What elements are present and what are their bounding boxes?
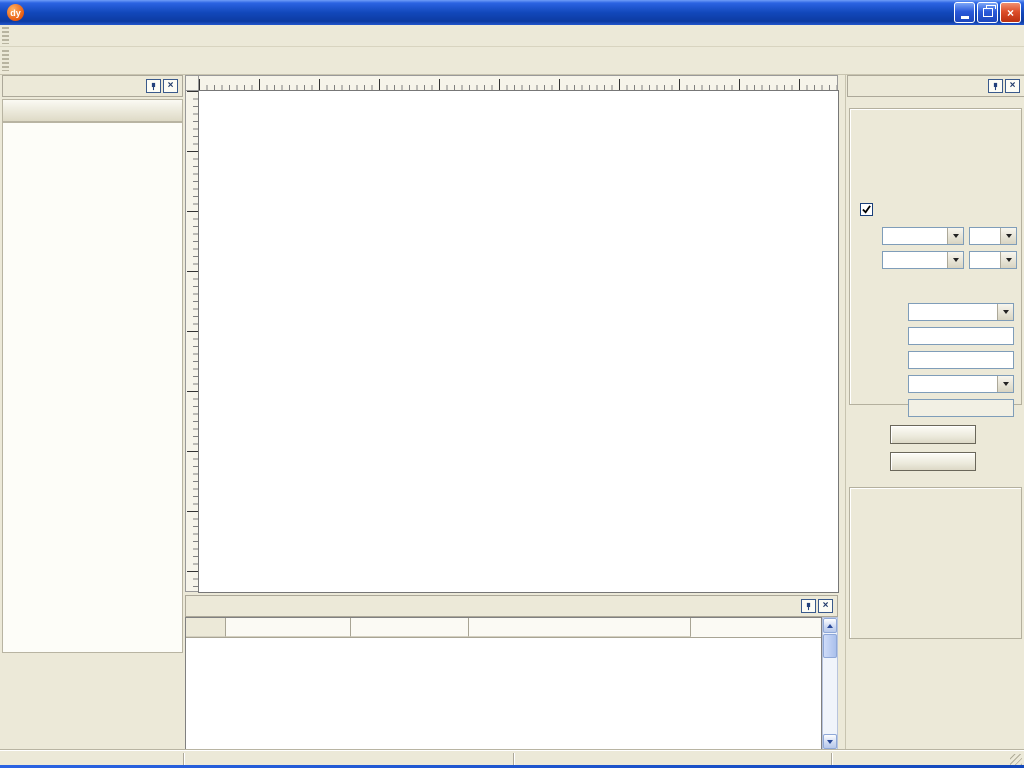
scroll-down-button[interactable] [823, 734, 837, 749]
station-id-input[interactable] [908, 327, 1014, 345]
right-panel-titlebar: × [847, 75, 1024, 97]
start-hour-select[interactable] [969, 227, 1017, 245]
clear-query-button[interactable] [890, 452, 976, 471]
start-time-row [852, 227, 1018, 245]
query-type-select[interactable] [908, 375, 1014, 393]
map-graphics [199, 91, 838, 592]
query-value-input [908, 399, 1014, 417]
show-query-button[interactable] [890, 425, 976, 444]
chevron-down-icon[interactable] [1000, 252, 1016, 268]
menubar-grip[interactable] [2, 27, 9, 44]
toolbar-grip[interactable] [2, 50, 9, 72]
ruler-corner [185, 75, 199, 91]
query-type-row [852, 375, 1018, 393]
scrollbar-thumb[interactable] [823, 634, 837, 658]
column-header[interactable] [351, 618, 469, 637]
column-header[interactable] [186, 618, 226, 637]
column-header[interactable] [226, 618, 351, 637]
menu-bar [0, 25, 1024, 47]
rain-scale-panel: × [845, 75, 1024, 750]
restore-button[interactable] [977, 2, 998, 23]
left-panel-section-header[interactable] [2, 99, 183, 122]
tool-bar [0, 47, 1024, 75]
rainfall-table-panel: × [185, 595, 845, 750]
book-small-icon [7, 103, 25, 119]
pin-button[interactable] [146, 79, 161, 93]
close-icon[interactable]: × [1005, 79, 1020, 93]
basin-select[interactable] [908, 303, 1014, 321]
minimize-icon [961, 16, 969, 19]
left-panel-titlebar: × [2, 75, 183, 97]
basin-row [852, 303, 1018, 321]
title-bar: dy × [0, 0, 1024, 25]
map-canvas[interactable] [199, 91, 838, 592]
station-id-row [852, 327, 1018, 345]
end-time-row [852, 251, 1018, 269]
vertical-ruler [185, 91, 199, 592]
rainfall-table [185, 617, 822, 750]
contour-analysis-group [849, 487, 1022, 639]
tools-area [2, 122, 183, 653]
chevron-down-icon[interactable] [1000, 228, 1016, 244]
start-date-select[interactable] [882, 227, 964, 245]
horizontal-ruler [199, 75, 838, 91]
minimize-button[interactable] [954, 2, 975, 23]
map-workspace: × [185, 75, 845, 750]
station-name-row [852, 351, 1018, 369]
chevron-down-icon[interactable] [997, 376, 1013, 392]
app-logo-icon: dy [7, 4, 24, 21]
pin-button[interactable] [801, 599, 816, 613]
time-range-row [860, 203, 878, 216]
column-header[interactable] [469, 618, 691, 637]
time-range-checkbox[interactable] [860, 203, 873, 216]
restore-icon [983, 8, 993, 17]
end-date-select[interactable] [882, 251, 964, 269]
table-scrollbar[interactable] [822, 617, 838, 750]
warning-analysis-panel: × [0, 75, 185, 750]
station-name-input[interactable] [908, 351, 1014, 369]
chevron-down-icon[interactable] [947, 252, 963, 268]
chevron-down-icon[interactable] [997, 304, 1013, 320]
scroll-up-button[interactable] [823, 618, 837, 633]
table-panel-titlebar: × [185, 595, 838, 617]
close-icon[interactable]: × [818, 599, 833, 613]
query-value-row [852, 399, 1018, 417]
close-icon[interactable]: × [163, 79, 178, 93]
chevron-down-icon[interactable] [947, 228, 963, 244]
table-header-row [186, 618, 821, 638]
pin-button[interactable] [988, 79, 1003, 93]
end-hour-select[interactable] [969, 251, 1017, 269]
status-bar [0, 750, 1024, 768]
resize-grip[interactable] [1010, 754, 1022, 766]
close-button[interactable]: × [1000, 2, 1021, 23]
